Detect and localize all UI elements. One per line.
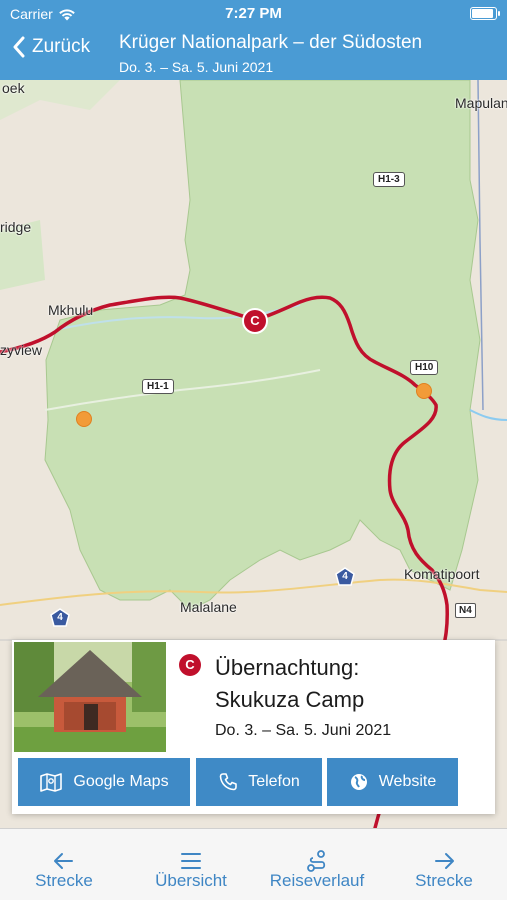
road-shield-h10: H10 [410,360,439,375]
battery-icon [470,7,500,20]
card-title: Übernachtung: Skukuza Camp [215,652,364,716]
map-label-ridge: ridge [0,219,32,235]
poi-marker[interactable] [76,411,92,427]
header-bar: Carrier 7:27 PM Zurück Krüger Nationalpa… [0,0,507,80]
route-4-shield: 4 [50,608,70,628]
road-shield-n4: N4 [455,603,476,618]
back-button[interactable]: Zurück [12,36,90,58]
tab-itinerary-label: Reiseverlauf [269,871,365,890]
bottom-tab-bar: Strecke Übersicht Reiseverlauf Strecke [0,828,507,900]
map-label-zyview: zyview [0,342,43,358]
map-label-malalane: Malalane [180,599,237,615]
tab-previous-route[interactable]: Strecke [22,829,106,900]
website-label: Website [378,773,437,790]
page-title: Krüger Nationalpark – der Südosten [119,32,423,53]
accommodation-card[interactable]: C Übernachtung: Skukuza Camp Do. 3. – Sa… [12,640,495,814]
camp-photo [14,642,166,752]
tab-previous-label: Strecke [35,871,93,890]
poi-marker[interactable] [416,383,432,399]
card-title-line2: Skukuza Camp [215,687,365,712]
back-label: Zurück [32,36,91,57]
website-button[interactable]: Website [327,758,458,806]
road-shield-h1-1: H1-1 [142,379,174,394]
route-4-shield: 4 [335,567,355,587]
phone-icon [219,773,238,791]
globe-icon [350,774,367,790]
map-icon [40,773,63,792]
road-shield-h1-3: H1-3 [373,172,405,187]
page-dates: Do. 3. – Sa. 5. Juni 2021 [119,59,274,75]
chevron-left-icon [13,36,25,58]
card-dates: Do. 3. – Sa. 5. Juni 2021 [215,722,392,739]
phone-label: Telefon [248,773,300,790]
map-label-komatipoort: Komatipoort [404,566,480,582]
map-label-mapulana: Mapulan [455,95,507,111]
tab-next-route[interactable]: Strecke [402,829,486,900]
tab-itinerary[interactable]: Reiseverlauf [260,829,374,900]
camp-marker-icon: C [179,654,201,676]
tab-overview-label: Übersicht [155,871,227,890]
map-label-oek: oek [2,80,25,96]
google-maps-label: Google Maps [73,773,169,790]
card-title-line1: Übernachtung: [215,655,360,680]
status-bar: Carrier 7:27 PM [0,0,507,28]
navigation-bar: Zurück Krüger Nationalpark – der Südoste… [0,30,507,80]
phone-button[interactable]: Telefon [196,758,322,806]
google-maps-button[interactable]: Google Maps [18,758,190,806]
tab-overview[interactable]: Übersicht [142,829,240,900]
map-label-mkhulu: Mkhulu [48,302,94,318]
tab-next-label: Strecke [415,871,473,890]
camp-marker[interactable]: C [242,308,268,334]
status-time: 7:27 PM [225,5,282,22]
